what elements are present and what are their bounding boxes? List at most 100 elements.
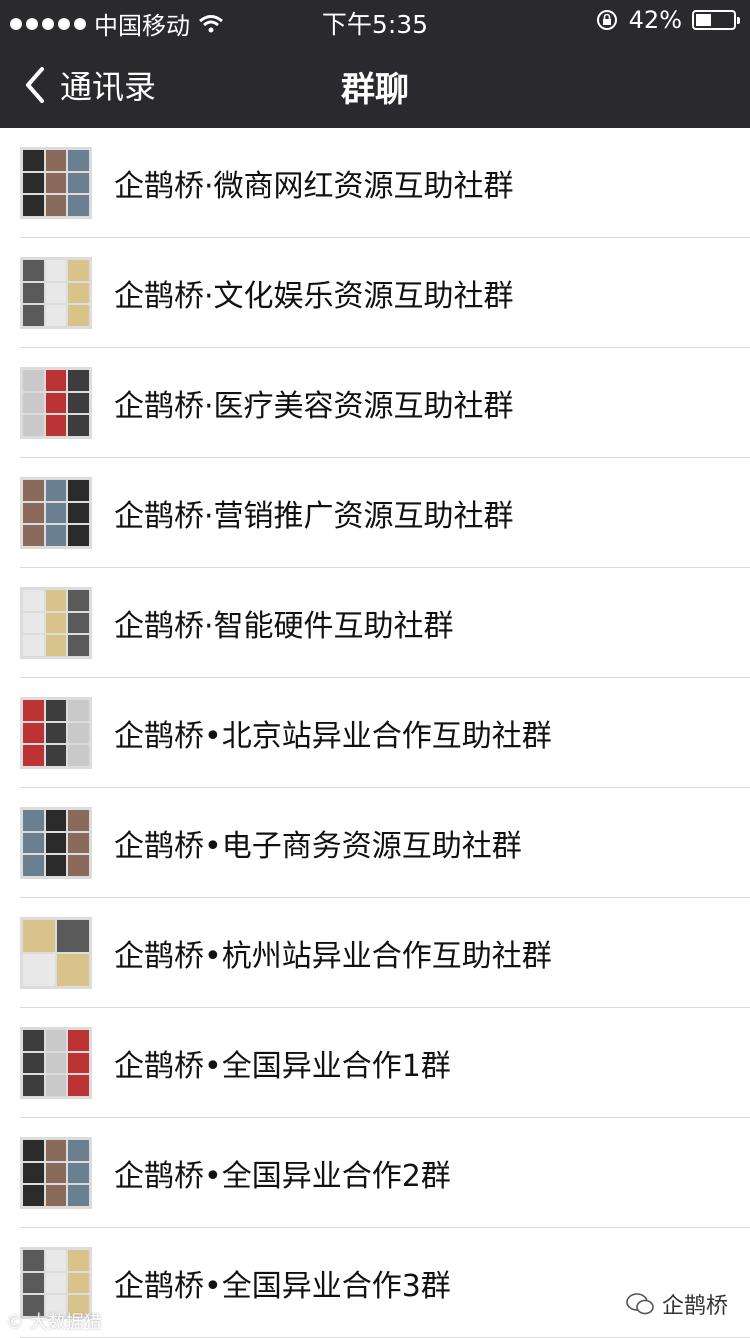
avatar-cell xyxy=(23,745,44,766)
avatar-cell xyxy=(45,305,67,326)
avatar-cell xyxy=(45,415,67,436)
avatar-cell xyxy=(23,305,44,326)
avatar-cell xyxy=(68,832,89,854)
avatar-cell xyxy=(68,810,89,831)
group-name: 企鹊桥·微商网红资源互助社群 xyxy=(114,169,514,204)
avatar-cell xyxy=(68,1162,89,1184)
avatar-cell xyxy=(23,370,44,391)
group-name: 企鹊桥•全国异业合作3群 xyxy=(114,1269,451,1304)
avatar-cell xyxy=(45,1272,67,1294)
avatar-cell xyxy=(68,150,89,171)
group-avatar xyxy=(20,477,92,549)
avatar-cell xyxy=(45,502,67,524)
group-name: 企鹊桥·文化娱乐资源互助社群 xyxy=(114,279,514,314)
avatar-cell xyxy=(23,612,44,634)
group-row[interactable]: 企鹊桥•全国异业合作2群 xyxy=(0,1118,750,1228)
chevron-left-icon xyxy=(26,67,44,103)
avatar-cell xyxy=(68,525,89,546)
avatar-cell xyxy=(68,1185,89,1206)
avatar-cell xyxy=(45,635,67,656)
avatar-cell xyxy=(45,700,67,721)
avatar-cell xyxy=(68,1272,89,1294)
group-row[interactable]: 企鹊桥•全国异业合作1群 xyxy=(0,1008,750,1118)
group-avatar xyxy=(20,257,92,329)
battery-icon xyxy=(692,10,740,30)
group-name: 企鹊桥•全国异业合作2群 xyxy=(114,1159,451,1194)
avatar-cell xyxy=(45,1075,67,1096)
avatar-cell xyxy=(23,954,55,986)
status-bar: 中国移动 下午5:35 42% xyxy=(0,0,750,40)
avatar-cell xyxy=(45,525,67,546)
wechat-logo-icon xyxy=(626,1293,654,1315)
group-name: 企鹊桥•北京站异业合作互助社群 xyxy=(114,719,552,754)
avatar-cell xyxy=(45,745,67,766)
avatar-cell xyxy=(23,502,44,524)
group-name: 企鹊桥·营销推广资源互助社群 xyxy=(114,499,514,534)
avatar-cell xyxy=(45,855,67,876)
avatar-cell xyxy=(68,1052,89,1074)
avatar-cell xyxy=(68,1140,89,1161)
back-button[interactable]: 通讯录 xyxy=(18,62,156,108)
avatar-cell xyxy=(23,1162,44,1184)
avatar-cell xyxy=(23,260,44,281)
avatar-cell xyxy=(23,282,44,304)
group-row[interactable]: 企鹊桥•北京站异业合作互助社群 xyxy=(0,678,750,788)
avatar-cell xyxy=(68,700,89,721)
avatar-cell xyxy=(68,502,89,524)
avatar-cell xyxy=(23,1250,44,1271)
group-avatar xyxy=(20,807,92,879)
avatar-cell xyxy=(68,370,89,391)
group-row[interactable]: 企鹊桥•全国异业合作3群 xyxy=(0,1228,750,1338)
battery-percent: 42% xyxy=(628,6,682,34)
group-list: 企鹊桥·微商网红资源互助社群 企鹊桥·文化娱乐资源互助社群 企鹊桥·医疗美容资源互助… xyxy=(0,128,750,1338)
avatar-cell xyxy=(45,260,67,281)
avatar-cell xyxy=(23,1052,44,1074)
avatar-cell xyxy=(57,954,89,986)
group-name: 企鹊桥•全国异业合作1群 xyxy=(114,1049,451,1084)
rotation-lock-icon xyxy=(596,10,617,30)
group-row[interactable]: 企鹊桥·微商网红资源互助社群 xyxy=(0,128,750,238)
avatar-cell xyxy=(45,590,67,611)
group-row[interactable]: 企鹊桥·医疗美容资源互助社群 xyxy=(0,348,750,458)
group-row[interactable]: 企鹊桥·文化娱乐资源互助社群 xyxy=(0,238,750,348)
group-avatar xyxy=(20,587,92,659)
group-row[interactable]: 企鹊桥·营销推广资源互助社群 xyxy=(0,458,750,568)
avatar-cell xyxy=(23,832,44,854)
avatar-cell xyxy=(68,282,89,304)
avatar-cell xyxy=(23,855,44,876)
group-name: 企鹊桥·智能硬件互助社群 xyxy=(114,609,454,644)
avatar-cell xyxy=(68,305,89,326)
avatar-cell xyxy=(23,480,44,501)
group-avatar xyxy=(20,147,92,219)
avatar-cell xyxy=(45,1185,67,1206)
avatar-cell xyxy=(45,1030,67,1051)
avatar-cell xyxy=(23,415,44,436)
avatar-cell xyxy=(68,480,89,501)
avatar-cell xyxy=(23,700,44,721)
group-avatar xyxy=(20,1027,92,1099)
group-name: 企鹊桥•电子商务资源互助社群 xyxy=(114,829,522,864)
avatar-cell xyxy=(23,195,44,216)
avatar-cell xyxy=(68,612,89,634)
group-name: 企鹊桥•杭州站异业合作互助社群 xyxy=(114,939,552,974)
group-row[interactable]: 企鹊桥•杭州站异业合作互助社群 xyxy=(0,898,750,1008)
avatar-cell xyxy=(68,1250,89,1271)
status-right: 42% xyxy=(595,6,740,34)
group-avatar xyxy=(20,697,92,769)
avatar-cell xyxy=(23,920,55,952)
group-name: 企鹊桥·医疗美容资源互助社群 xyxy=(114,389,514,424)
avatar-cell xyxy=(45,810,67,831)
avatar-cell xyxy=(68,1075,89,1096)
avatar-cell xyxy=(45,150,67,171)
group-row[interactable]: 企鹊桥·智能硬件互助社群 xyxy=(0,568,750,678)
avatar-cell xyxy=(45,1162,67,1184)
avatar-cell xyxy=(23,1030,44,1051)
battery-level xyxy=(696,14,711,26)
avatar-cell xyxy=(45,172,67,194)
avatar-cell xyxy=(23,1075,44,1096)
avatar-cell xyxy=(68,392,89,414)
group-row[interactable]: 企鹊桥•电子商务资源互助社群 xyxy=(0,788,750,898)
avatar-cell xyxy=(45,722,67,744)
group-avatar xyxy=(20,1137,92,1209)
avatar-cell xyxy=(23,635,44,656)
